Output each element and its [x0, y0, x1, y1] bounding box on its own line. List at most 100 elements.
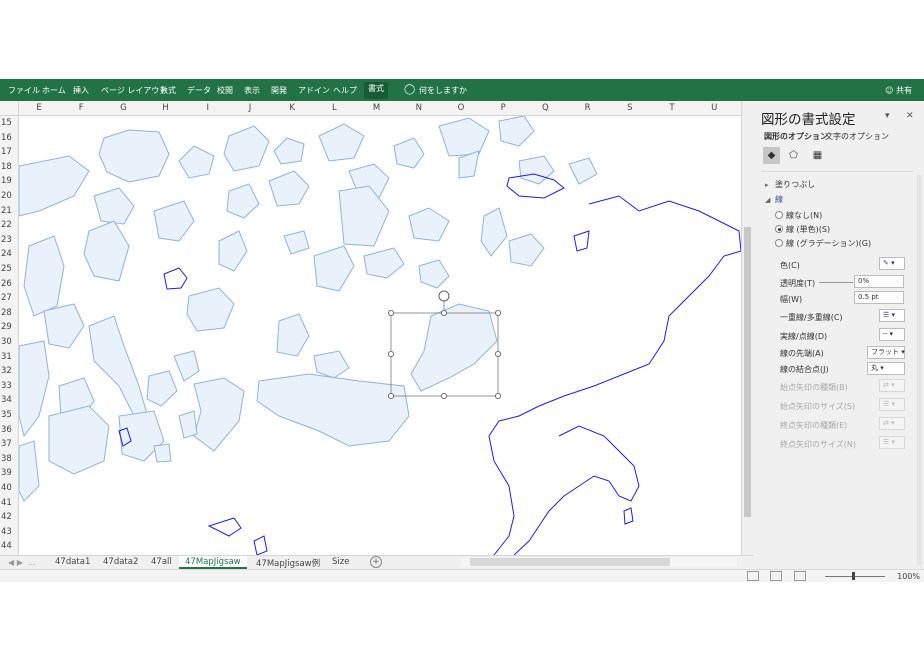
line-color-picker[interactable]: ✎ ▾ — [879, 257, 905, 270]
row-header[interactable]: 30 — [1, 337, 19, 347]
column-header[interactable]: E — [29, 103, 49, 113]
tab-insert[interactable]: 挿入 — [73, 85, 89, 96]
map-piece[interactable] — [218, 230, 248, 272]
sheet-tab[interactable]: Size — [332, 557, 349, 567]
page-break-view-icon[interactable] — [794, 571, 806, 581]
row-header[interactable]: 40 — [1, 483, 19, 493]
tab-shape-options[interactable]: 図形のオプション — [764, 131, 828, 142]
map-outline[interactable] — [253, 535, 268, 555]
row-header[interactable]: 25 — [1, 264, 19, 274]
tab-view[interactable]: 表示 — [244, 85, 260, 96]
resize-handle[interactable] — [494, 350, 501, 357]
width-spinner[interactable]: 0.5 pt — [854, 291, 904, 304]
cap-type-dropdown[interactable]: フラット ▾ — [867, 346, 905, 359]
close-icon[interactable]: ✕ — [906, 111, 914, 121]
column-header[interactable]: S — [620, 103, 640, 113]
row-header[interactable]: 16 — [1, 133, 19, 143]
radio-solid-line[interactable]: 線 (単色)(S) — [775, 224, 830, 235]
row-header[interactable]: 42 — [1, 512, 19, 522]
zoom-slider[interactable] — [825, 576, 885, 577]
end-arrow-size-dropdown[interactable]: ☰ ▾ — [879, 436, 905, 449]
row-header[interactable]: 26 — [1, 279, 19, 289]
resize-handle[interactable] — [440, 392, 447, 399]
column-header[interactable]: H — [156, 103, 176, 113]
map-piece[interactable] — [273, 137, 305, 165]
map-piece[interactable] — [313, 350, 350, 379]
end-arrow-type-dropdown[interactable]: ⇄ ▾ — [879, 417, 905, 430]
sheet-tab[interactable]: 47all — [151, 557, 172, 567]
tell-me-search[interactable]: 何をしますか — [419, 85, 467, 96]
page-layout-view-icon[interactable] — [770, 571, 782, 581]
select-all-corner[interactable] — [0, 101, 19, 115]
column-header[interactable]: M — [367, 103, 387, 113]
section-line[interactable]: ◢ 線 — [765, 194, 783, 205]
row-header[interactable]: 43 — [1, 527, 19, 537]
tab-developer[interactable]: 開発 — [271, 85, 287, 96]
tab-page-layout[interactable]: ページ レイアウト — [101, 85, 167, 96]
row-header[interactable]: 20 — [1, 191, 19, 201]
row-header[interactable]: 29 — [1, 322, 19, 332]
resize-handle[interactable] — [494, 309, 501, 316]
map-piece[interactable] — [178, 410, 198, 439]
map-piece[interactable] — [418, 259, 450, 289]
row-header[interactable]: 18 — [1, 162, 19, 172]
map-piece[interactable] — [23, 235, 65, 317]
row-header[interactable]: 24 — [1, 249, 19, 259]
pane-options-chevron-icon[interactable]: ▾ — [885, 111, 890, 121]
row-header[interactable]: 32 — [1, 366, 19, 376]
row-header[interactable]: 33 — [1, 381, 19, 391]
map-piece[interactable] — [93, 187, 135, 225]
map-outline[interactable] — [163, 267, 188, 290]
tab-home[interactable]: ホーム — [42, 85, 66, 96]
join-type-dropdown[interactable]: 丸 ▾ — [867, 362, 905, 375]
fill-line-icon[interactable]: ◆ — [763, 147, 780, 164]
map-piece[interactable] — [438, 117, 490, 157]
map-piece[interactable] — [48, 405, 110, 475]
tab-addins[interactable]: アドイン — [298, 85, 330, 96]
row-header[interactable]: 27 — [1, 293, 19, 303]
row-header[interactable]: 23 — [1, 235, 19, 245]
worksheet-grid[interactable] — [19, 116, 741, 555]
radio-no-line[interactable]: 線なし(N) — [775, 210, 822, 221]
map-outline[interactable] — [623, 507, 634, 525]
add-sheet-button[interactable]: + — [370, 556, 382, 568]
tab-text-options[interactable]: 文字のオプション — [825, 131, 889, 142]
tab-data[interactable]: データ — [187, 85, 211, 96]
map-piece[interactable] — [568, 157, 598, 185]
map-drawing[interactable] — [19, 116, 741, 555]
scroll-thumb[interactable] — [744, 227, 751, 517]
map-piece[interactable] — [186, 287, 235, 332]
map-piece[interactable] — [283, 230, 310, 255]
map-piece[interactable] — [146, 370, 178, 407]
lightbulb-icon[interactable]: ◯ — [404, 84, 415, 95]
begin-arrow-type-dropdown[interactable]: ⇄ ▾ — [879, 379, 905, 392]
row-header[interactable]: 21 — [1, 206, 19, 216]
radio-dot-selected[interactable] — [775, 225, 783, 233]
map-piece[interactable] — [43, 303, 85, 349]
column-header[interactable]: Q — [535, 103, 555, 113]
row-header[interactable]: 17 — [1, 147, 19, 157]
effects-icon[interactable]: ⬠ — [785, 147, 802, 164]
map-piece[interactable] — [83, 220, 130, 282]
tab-formulas[interactable]: 数式 — [160, 85, 176, 96]
map-piece[interactable] — [193, 377, 245, 452]
row-header[interactable]: 44 — [1, 541, 19, 551]
tab-review[interactable]: 校閲 — [217, 85, 233, 96]
transparency-spinner[interactable]: 0% — [854, 275, 904, 288]
sheet-nav-arrows-icon[interactable]: ◀ ▶ ... — [8, 558, 36, 567]
row-header[interactable]: 15 — [1, 118, 19, 128]
vertical-scrollbar[interactable] — [741, 101, 753, 555]
map-piece[interactable] — [393, 137, 425, 169]
map-piece[interactable] — [480, 207, 508, 257]
map-outline[interactable] — [573, 230, 590, 252]
section-fill[interactable]: ▸ 塗りつぶし — [765, 179, 815, 190]
map-piece[interactable] — [153, 443, 172, 463]
tab-format[interactable]: 書式 — [364, 82, 388, 99]
size-properties-icon[interactable]: ▦ — [809, 147, 826, 164]
row-header[interactable]: 19 — [1, 176, 19, 186]
row-header[interactable]: 31 — [1, 352, 19, 362]
tab-file[interactable]: ファイル — [8, 85, 40, 96]
pane-scrollbar[interactable] — [917, 175, 922, 565]
radio-dot[interactable] — [775, 211, 783, 219]
begin-arrow-size-dropdown[interactable]: ☰ ▾ — [879, 398, 905, 411]
